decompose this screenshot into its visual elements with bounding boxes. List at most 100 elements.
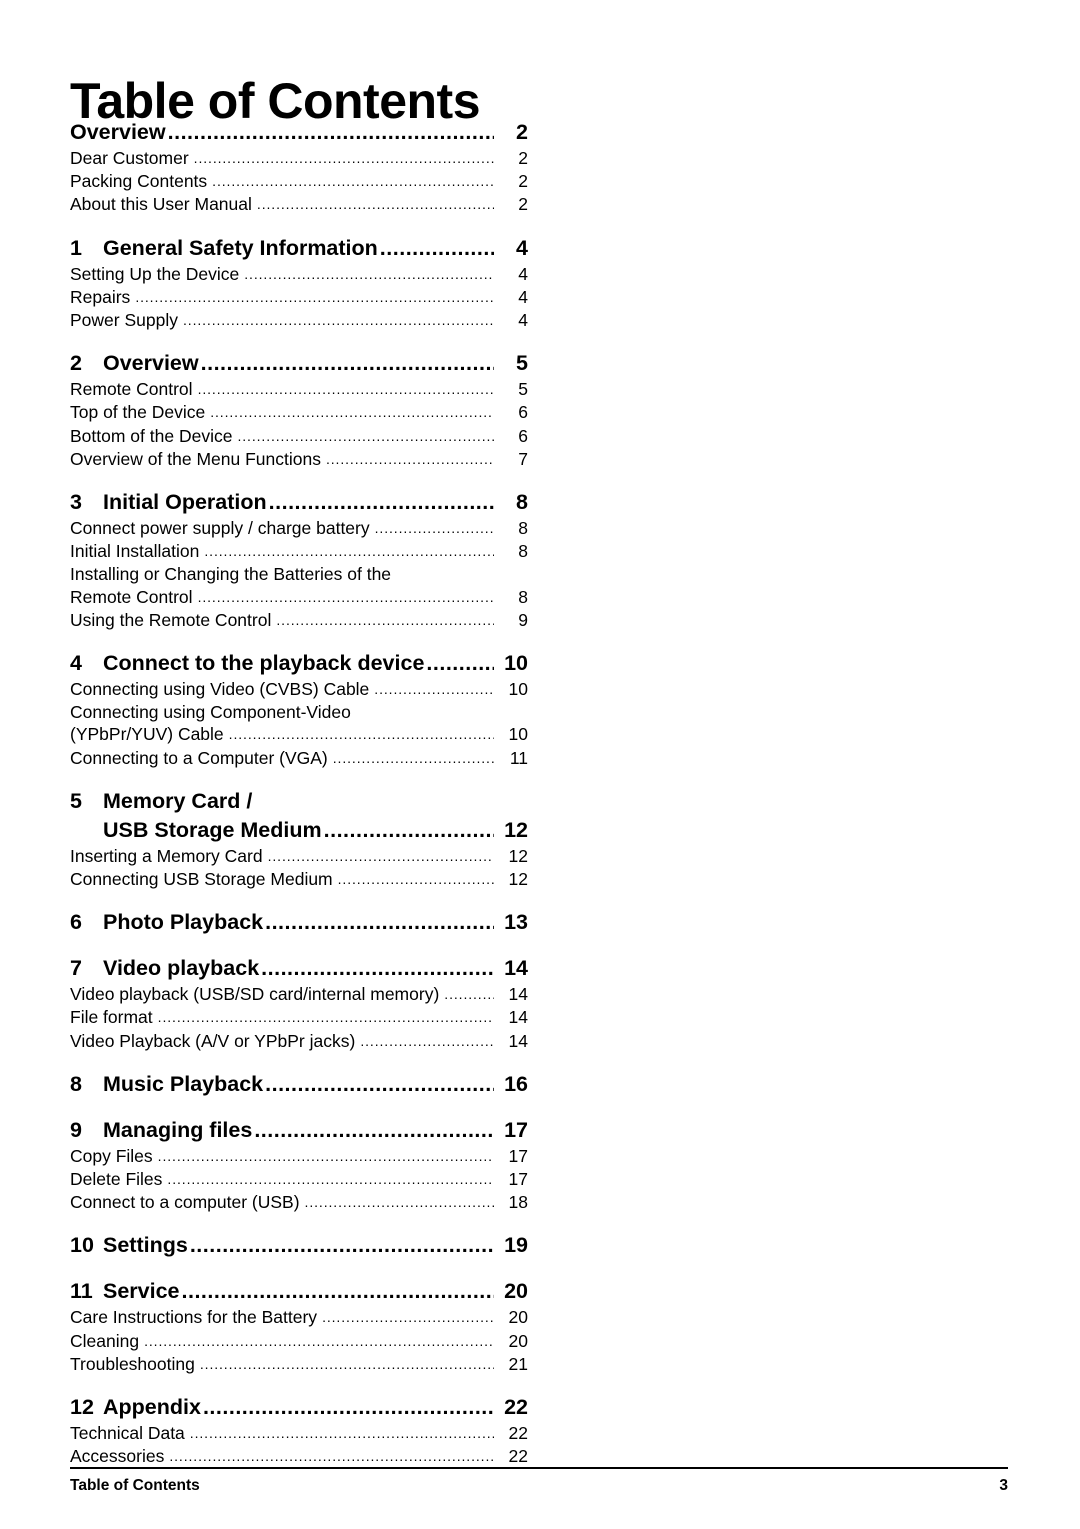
- toc-chapter-row[interactable]: 2 Overview...............................…: [70, 349, 528, 378]
- toc-subentry-page: 11: [509, 747, 528, 768]
- toc-chapter-row[interactable]: 9 Managing files.........................…: [70, 1116, 528, 1145]
- toc-section: 5 Memory Card / USB Storage Medium........…: [70, 787, 528, 891]
- toc-chapter-row[interactable]: 8 Music Playback.........................…: [70, 1070, 528, 1099]
- toc-subentry-title: File format: [70, 1007, 153, 1028]
- toc-subentry-row[interactable]: Video playback (USB/SD card/internal mem…: [70, 983, 528, 1006]
- toc-subentry-page: 17: [508, 1145, 528, 1166]
- toc-subentry-page: 10: [508, 679, 528, 700]
- toc-subentry-row[interactable]: Setting Up the Device...................…: [70, 263, 528, 286]
- toc-subentry-page: 20: [508, 1330, 528, 1351]
- toc-chapter-number: 7: [70, 956, 82, 981]
- toc-subentry-row[interactable]: Inserting a Memory Card.................…: [70, 845, 528, 868]
- toc-chapter-number: 9: [70, 1117, 82, 1142]
- toc-chapter-page: 19: [504, 1233, 528, 1258]
- toc-leader-dots: ........................................…: [256, 196, 494, 213]
- toc-chapter-row[interactable]: 1 General Safety Information.............…: [70, 234, 528, 263]
- toc-subentry-page: 8: [518, 518, 528, 539]
- toc-chapter-number: 12: [70, 1395, 94, 1420]
- toc-subentry-page: 22: [508, 1446, 528, 1467]
- toc-subentry-row[interactable]: Initial Installation....................…: [70, 540, 528, 563]
- toc-subentry-row[interactable]: Troubleshooting.........................…: [70, 1353, 528, 1376]
- toc-subentry-line1: Installing or Changing the Batteries of …: [70, 564, 392, 585]
- toc-chapter-row[interactable]: 11 Service...............................…: [70, 1277, 528, 1306]
- toc-subentry-title: Power Supply: [70, 310, 178, 331]
- toc-chapter-number: 2: [70, 351, 82, 376]
- toc-subentry-title: Remote Control: [70, 586, 193, 607]
- toc-subentry-row[interactable]: Video Playback (A/V or YPbPr jacks).....…: [70, 1030, 528, 1053]
- toc-subentry-row[interactable]: Packing Contents........................…: [70, 170, 528, 193]
- toc-subentry-title: Cleaning: [70, 1330, 140, 1351]
- toc-subentry-page: 5: [518, 379, 528, 400]
- toc-subentry-page: 9: [518, 609, 528, 630]
- toc-chapter-page: 14: [504, 956, 528, 981]
- toc-chapter-row[interactable]: 10 Settings..............................…: [70, 1231, 528, 1260]
- toc-subentry-row[interactable]: Repairs.................................…: [70, 286, 528, 309]
- toc-chapter-row[interactable]: 6 Photo Playback.........................…: [70, 908, 528, 937]
- toc-chapter-row[interactable]: 4 Connect to the playback device.........…: [70, 649, 528, 678]
- toc-subentry-row[interactable]: Dear Customer...........................…: [70, 147, 528, 170]
- toc-leader-dots: ........................................…: [374, 681, 494, 698]
- toc-section: Overview................................…: [70, 118, 528, 217]
- toc-chapter-row[interactable]: Overview................................…: [70, 118, 528, 147]
- toc-subentry-page: 18: [508, 1192, 528, 1213]
- toc-chapter-row[interactable]: 12 Appendix..............................…: [70, 1393, 528, 1422]
- toc-leader-dots: ........................................…: [265, 910, 494, 935]
- toc-leader-dots: ........................................…: [261, 956, 494, 981]
- toc-subentry-page: 22: [508, 1423, 528, 1444]
- toc-section: 6 Photo Playback.........................…: [70, 908, 528, 937]
- toc-subentry-row[interactable]: Connect power supply / charge battery...…: [70, 517, 528, 540]
- toc-leader-dots: ........................................…: [210, 404, 494, 421]
- toc-leader-dots: ........................................…: [200, 351, 494, 376]
- toc-chapter-title-line2[interactable]: USB Storage Medium......................…: [70, 816, 528, 845]
- toc-subentry-row[interactable]: Connecting using Video (CVBS) Cable.....…: [70, 678, 528, 701]
- toc-subentry-title: Accessories: [70, 1446, 165, 1467]
- toc-chapter-page: 13: [504, 910, 528, 935]
- toc-subentry-row[interactable]: Remote Control..........................…: [70, 378, 528, 401]
- toc-chapter-title: Appendix: [103, 1395, 201, 1420]
- toc-section: 7 Video playback.........................…: [70, 954, 528, 1053]
- toc-subentry-page: 12: [508, 869, 528, 890]
- toc-subentry-row[interactable]: Copy Files..............................…: [70, 1145, 528, 1168]
- toc-subentry-page: 4: [518, 286, 528, 307]
- toc-subentry-row[interactable]: Connecting to a Computer (VGA)..........…: [70, 747, 528, 770]
- toc-chapter-page: 10: [504, 651, 528, 676]
- toc-subentry-row[interactable]: File format.............................…: [70, 1006, 528, 1029]
- toc-chapter-page: 5: [516, 351, 528, 376]
- toc-subentry-row[interactable]: Accessories.............................…: [70, 1445, 528, 1468]
- toc-leader-dots: ........................................…: [193, 150, 494, 166]
- toc-chapter-number: 8: [70, 1071, 82, 1096]
- toc-subentry-row[interactable]: (YPbPr/YUV) Cable.......................…: [70, 723, 528, 746]
- toc-subentry-row[interactable]: Care Instructions for the Battery.......…: [70, 1306, 528, 1329]
- toc-section: 12 Appendix..............................…: [70, 1393, 528, 1468]
- toc-section: 10 Settings..............................…: [70, 1231, 528, 1260]
- toc-leader-dots: ........................................…: [323, 817, 494, 842]
- toc-subentry-row[interactable]: Remote Control..........................…: [70, 586, 528, 609]
- toc-subentry-title: Remote Control: [70, 379, 193, 400]
- toc-leader-dots: ........................................…: [189, 1425, 494, 1442]
- toc-chapter-page: 20: [504, 1279, 528, 1304]
- toc-subentry-row[interactable]: Overview of the Menu Functions..........…: [70, 448, 528, 471]
- toc-chapter-row[interactable]: 7 Video playback.........................…: [70, 954, 528, 983]
- toc-subentry-row[interactable]: Bottom of the Device....................…: [70, 425, 528, 448]
- toc-subentry-row[interactable]: Power Supply............................…: [70, 309, 528, 332]
- toc-subentry-page: 4: [518, 263, 528, 284]
- toc-chapter-row[interactable]: 3 Initial Operation......................…: [70, 488, 528, 517]
- toc-chapter-row[interactable]: 5 Memory Card /: [70, 787, 528, 816]
- toc-subentry-row[interactable]: Using the Remote Control................…: [70, 609, 528, 632]
- toc-subentry-title: Dear Customer: [70, 148, 189, 168]
- toc-subentry-row[interactable]: About this User Manual..................…: [70, 193, 528, 216]
- toc-subentry-row[interactable]: Delete Files............................…: [70, 1168, 528, 1191]
- toc-leader-dots: ........................................…: [189, 1233, 494, 1258]
- toc-chapter-title: Service: [103, 1279, 180, 1304]
- toc-subentry-page: 21: [508, 1353, 528, 1374]
- toc-subentry-row[interactable]: Cleaning................................…: [70, 1330, 528, 1353]
- toc-subentry-title: Connecting to a Computer (VGA): [70, 747, 328, 768]
- toc-leader-dots: ........................................…: [182, 312, 494, 329]
- toc-subentry-page: 20: [508, 1307, 528, 1328]
- toc-subentry-row[interactable]: Connecting USB Storage Medium...........…: [70, 868, 528, 891]
- toc-subentry-row[interactable]: Top of the Device.......................…: [70, 401, 528, 424]
- toc-subentry-row[interactable]: Technical Data..........................…: [70, 1422, 528, 1445]
- toc-subentry-title: Delete Files: [70, 1169, 163, 1190]
- toc-subentry-row[interactable]: Connect to a computer (USB).............…: [70, 1191, 528, 1214]
- toc-chapter-page: 16: [504, 1071, 528, 1096]
